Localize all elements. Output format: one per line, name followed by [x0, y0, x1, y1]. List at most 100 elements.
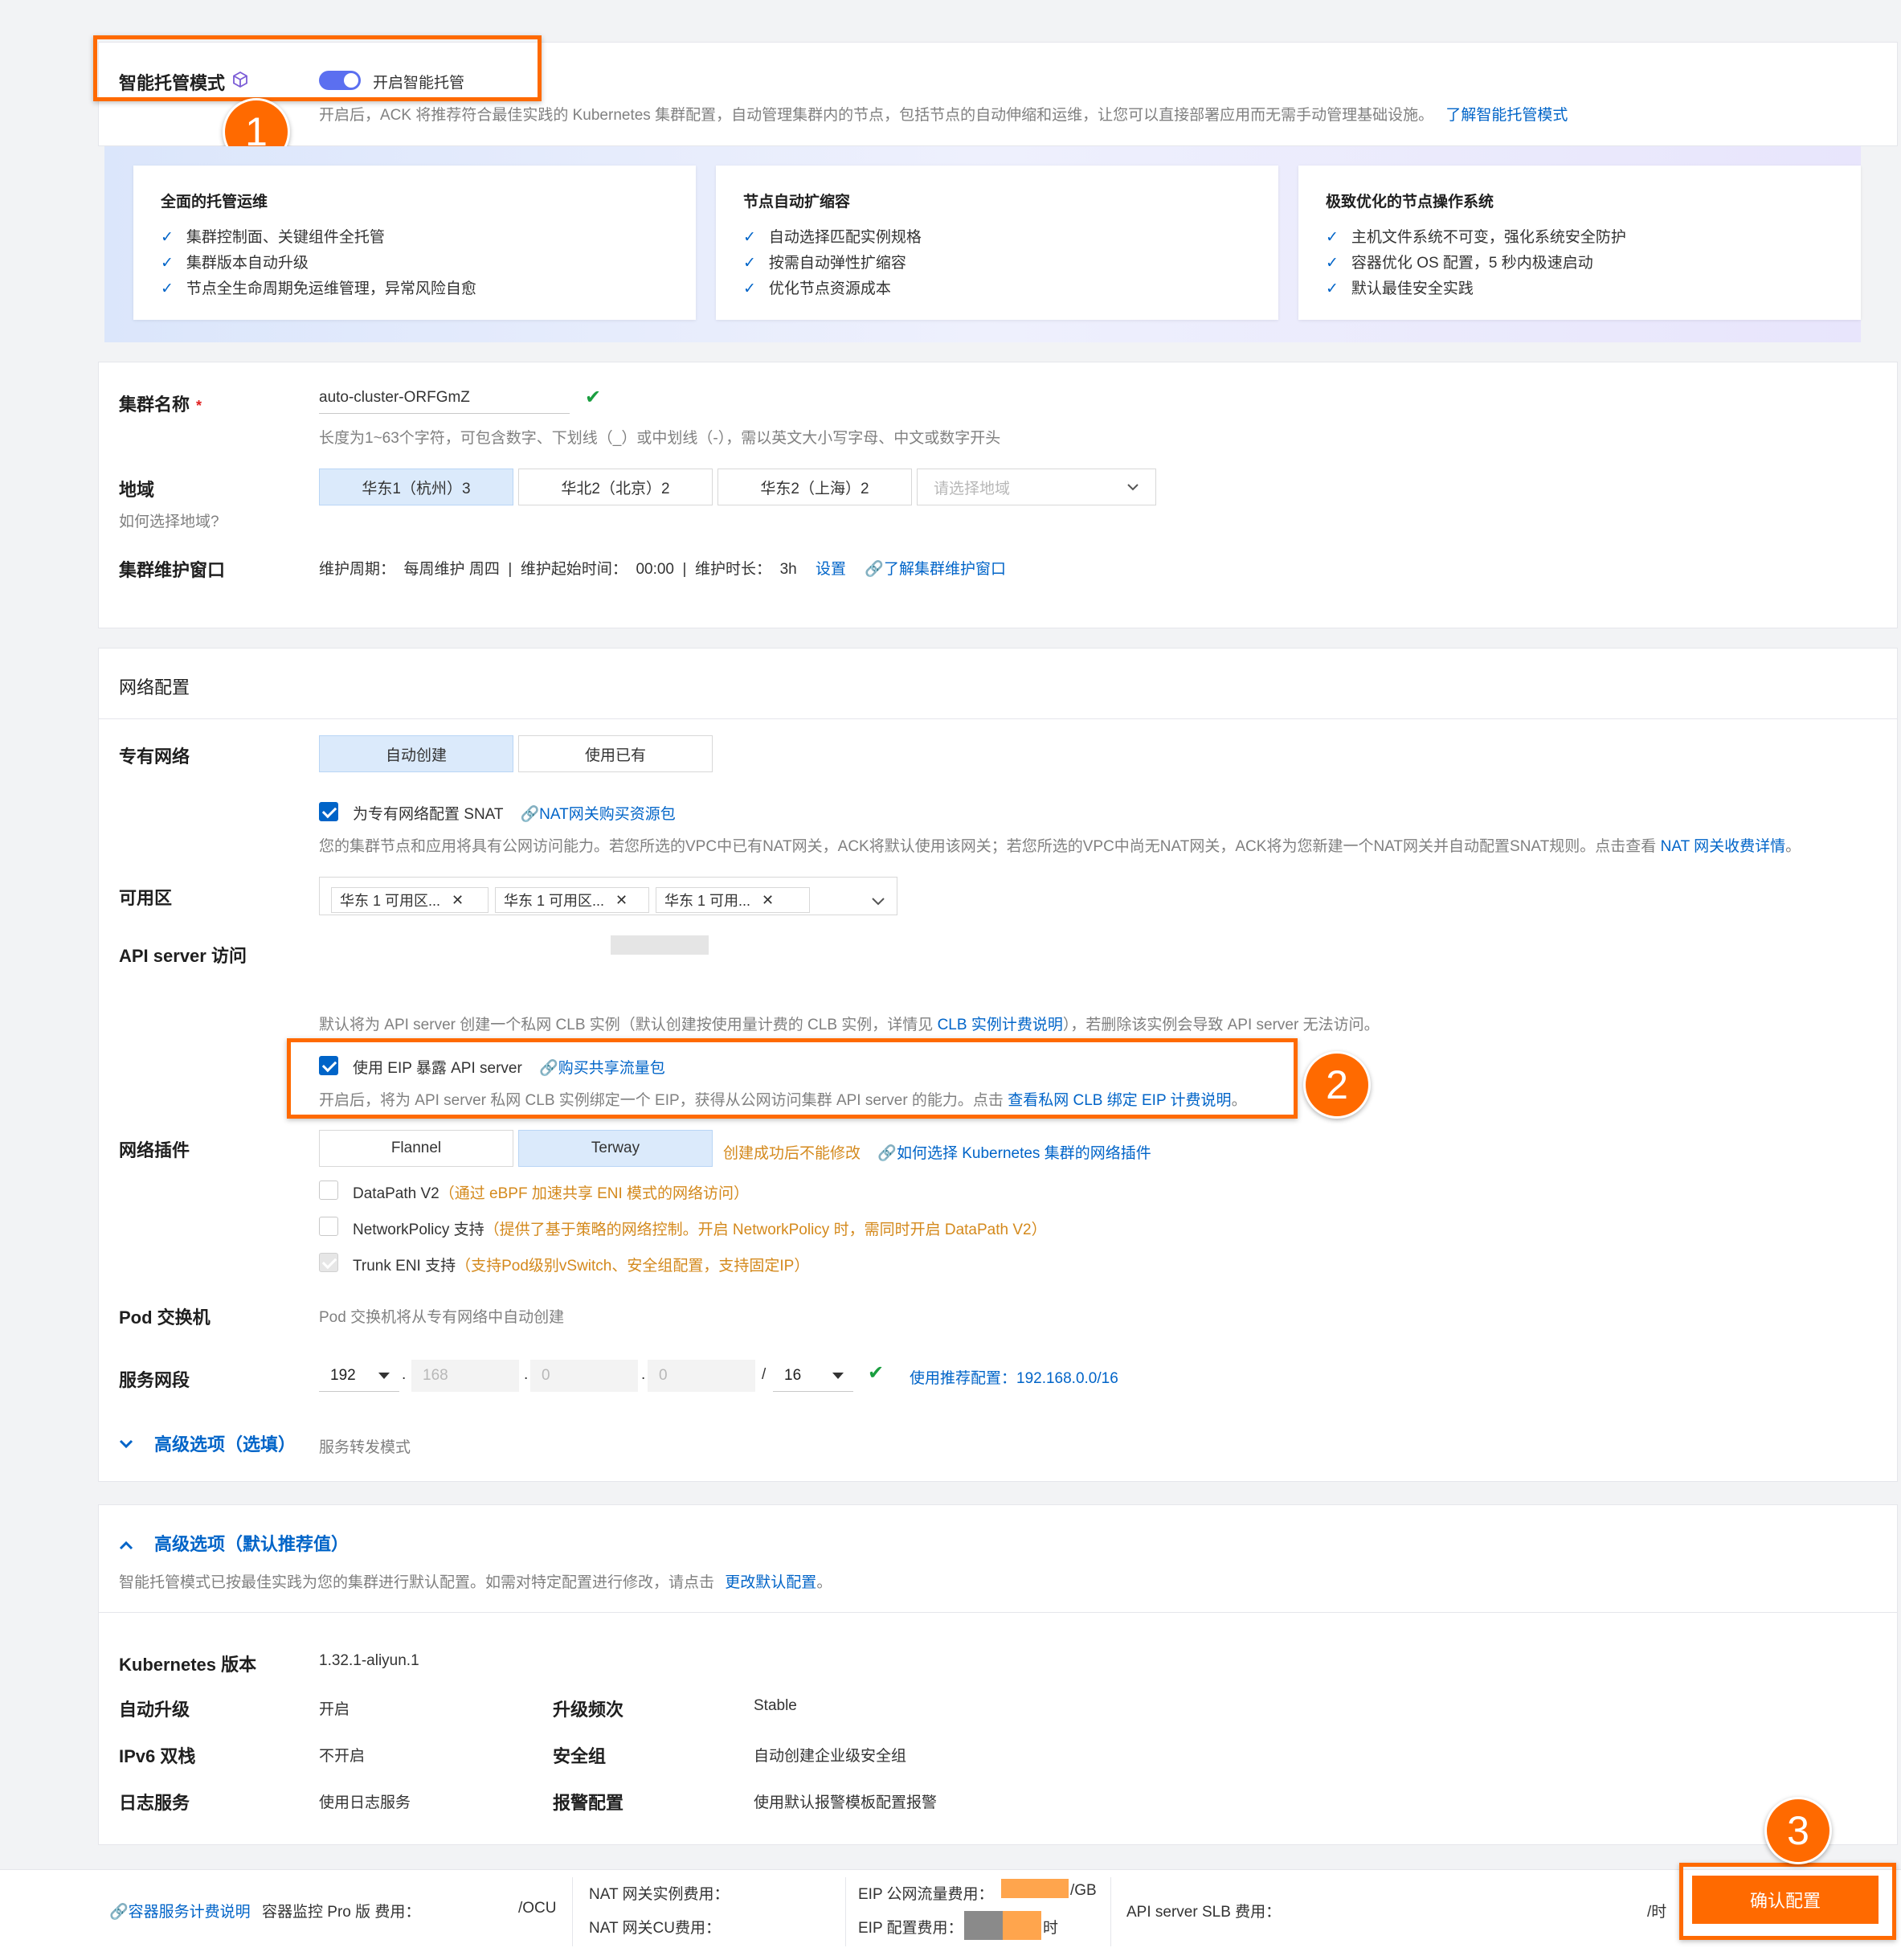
datapath-row: DataPath V2（通过 eBPF 加速共享 ENI 模式的网络访问）: [353, 1185, 750, 1202]
feature-item: ✓ 容器优化 OS 配置，5 秒内极速启动: [1326, 255, 1593, 272]
cidr-octet-3: 0: [530, 1360, 638, 1392]
nat-fee-link[interactable]: NAT 网关收费详情: [1661, 838, 1786, 855]
advanced-optional-text: 服务转发模式: [319, 1439, 411, 1456]
chevron-down-icon: [871, 892, 885, 910]
check-icon: ✓: [161, 229, 174, 246]
feature-item: ✓ 节点全生命周期免运维管理，异常风险自愈: [161, 280, 476, 297]
api-server-label: API server 访问: [119, 946, 247, 966]
k8s-version-label: Kubernetes 版本: [119, 1655, 257, 1675]
zone-tag: 华东 1 可用区... ✕: [495, 887, 649, 913]
upgrade-freq-label: 升级频次: [553, 1700, 624, 1720]
chevron-up-icon[interactable]: [119, 1536, 133, 1555]
advanced-optional-toggle[interactable]: 高级选项（选填）: [154, 1430, 296, 1456]
plugin-terway[interactable]: Terway: [518, 1130, 713, 1167]
vpc-auto-create[interactable]: 自动创建: [319, 735, 513, 772]
pod-switch-label: Pod 交换机: [119, 1307, 211, 1328]
region-option-shanghai[interactable]: 华东2（上海）2: [717, 469, 912, 505]
netpolicy-note: （提供了基于策略的网络控制。开启 NetworkPolicy 时，需同时开启 D…: [484, 1221, 1047, 1238]
close-icon[interactable]: ✕: [452, 892, 464, 909]
maint-learn-link[interactable]: 🔗了解集群维护窗口: [865, 561, 1006, 578]
step-badge-3: 3: [1764, 1797, 1832, 1864]
zone-tag: 华东 1 可用... ✕: [656, 887, 810, 913]
cidr-dot: .: [524, 1366, 529, 1383]
feature-item: ✓ 集群控制面、关键组件全托管: [161, 229, 385, 246]
region-option-beijing[interactable]: 华北2（北京）2: [518, 469, 713, 505]
check-icon: ✓: [743, 255, 756, 272]
cidr-dot: .: [641, 1366, 646, 1383]
maint-set-link[interactable]: 设置: [816, 561, 846, 578]
cidr-octet-4: 0: [648, 1360, 755, 1392]
caret-down-icon: [378, 1372, 390, 1379]
change-defaults-link[interactable]: 更改默认配置: [725, 1574, 816, 1591]
plugin-flannel[interactable]: Flannel: [319, 1130, 513, 1167]
monitor-fee-label: 容器监控 Pro 版 费用：: [262, 1904, 421, 1921]
footer-divider: [572, 1877, 573, 1946]
zone-label: 可用区: [119, 888, 173, 908]
cidr-octet-1[interactable]: 192: [319, 1360, 399, 1392]
close-icon[interactable]: ✕: [762, 892, 774, 909]
zone-select[interactable]: 华东 1 可用区... ✕ 华东 1 可用区... ✕ 华东 1 可用... ✕: [319, 877, 897, 915]
auto-upgrade-label: 自动升级: [119, 1700, 190, 1720]
plugin-help-link[interactable]: 🔗如何选择 Kubernetes 集群的网络插件: [877, 1145, 1151, 1162]
upgrade-freq-value: Stable: [754, 1697, 797, 1714]
snat-checkbox[interactable]: [319, 802, 338, 821]
monitor-fee-unit: /OCU: [518, 1900, 557, 1917]
close-icon[interactable]: ✕: [615, 892, 628, 909]
link-icon: 🔗: [520, 806, 540, 823]
plugin-row: 创建成功后不能修改 🔗如何选择 Kubernetes 集群的网络插件: [723, 1141, 1151, 1163]
pricing-link[interactable]: 🔗容器服务计费说明: [109, 1900, 251, 1921]
log-service-value: 使用日志服务: [319, 1794, 411, 1811]
smart-mode-learn-link[interactable]: 了解智能托管模式: [1445, 107, 1568, 124]
datapath-checkbox[interactable]: [319, 1181, 338, 1200]
link-icon: 🔗: [865, 561, 884, 578]
check-icon: ✓: [1326, 255, 1339, 272]
check-icon: ✓: [743, 280, 756, 297]
maint-window-label: 集群维护窗口: [119, 560, 226, 580]
netpolicy-checkbox[interactable]: [319, 1217, 338, 1236]
valid-check-icon: ✔: [868, 1362, 885, 1384]
region-help-link[interactable]: 如何选择地域?: [119, 509, 219, 531]
vpc-use-existing[interactable]: 使用已有: [518, 735, 713, 772]
cidr-mask[interactable]: 16: [773, 1360, 853, 1392]
nat-cu-fee-label: NAT 网关CU费用：: [589, 1920, 721, 1937]
cidr-recommend-link[interactable]: 使用推荐配置：192.168.0.0/16: [910, 1366, 1118, 1388]
network-plugin-label: 网络插件: [119, 1140, 190, 1160]
region-option-hangzhou[interactable]: 华东1（杭州）3: [319, 469, 513, 505]
highlight-box-2: [287, 1038, 1298, 1119]
plugin-warning: 创建成功后不能修改: [723, 1145, 861, 1162]
feature-item: ✓ 集群版本自动升级: [161, 255, 309, 272]
smart-mode-desc-text: 开启后，ACK 将推荐符合最佳实践的 Kubernetes 集群配置，自动管理集…: [319, 107, 1434, 124]
k8s-version-value: 1.32.1-aliyun.1: [319, 1652, 419, 1669]
cluster-name-input[interactable]: auto-cluster-ORFGmZ: [319, 389, 570, 414]
maint-window-info: 维护周期： 每周维护 周四 | 维护起始时间： 00:00 | 维护时长： 3h…: [319, 557, 1006, 579]
datapath-note: （通过 eBPF 加速共享 ENI 模式的网络访问）: [439, 1185, 750, 1202]
check-icon: ✓: [743, 229, 756, 246]
ipv6-label: IPv6 双栈: [119, 1746, 196, 1766]
advanced-defaults-toggle[interactable]: 高级选项（默认推荐值）: [154, 1530, 349, 1556]
footer-divider: [1110, 1877, 1111, 1946]
ipv6-value: 不开启: [319, 1748, 366, 1765]
eip-config-fee-label: EIP 配置费用：: [858, 1920, 963, 1937]
region-select[interactable]: 请选择地域: [917, 469, 1156, 505]
trunk-eni-checkbox: [319, 1253, 338, 1272]
feature-item: ✓ 按需自动弹性扩缩容: [743, 255, 906, 272]
eip-traffic-fee-label: EIP 公网流量费用：: [858, 1886, 994, 1903]
clb-fee-link[interactable]: CLB 实例计费说明: [938, 1017, 1063, 1033]
feature-item: ✓ 自动选择匹配实例规格: [743, 229, 922, 246]
alert-config-label: 报警配置: [553, 1793, 624, 1813]
api-server-desc: 默认将为 API server 创建一个私网 CLB 实例（默认创建按使用量计费…: [319, 1017, 1380, 1033]
chevron-down-icon[interactable]: [119, 1435, 133, 1454]
pod-switch-text: Pod 交换机将从专有网络中自动创建: [319, 1309, 565, 1326]
advanced-defaults-desc: 智能托管模式已按最佳实践为您的集群进行默认配置。如需对特定配置进行修改，请点击 …: [119, 1574, 832, 1591]
check-icon: ✓: [1326, 229, 1339, 246]
feature-card-managed-ops: 全面的托管运维 ✓ 集群控制面、关键组件全托管 ✓ 集群版本自动升级 ✓ 节点全生命周…: [133, 166, 696, 320]
cidr-octet-2: 168: [411, 1360, 519, 1392]
cidr-slash: /: [762, 1366, 767, 1383]
redacted-block: [1003, 1911, 1041, 1940]
feature-card-os: 极致优化的节点操作系统 ✓ 主机文件系统不可变，强化系统安全防护 ✓ 容器优化 OS…: [1298, 166, 1861, 320]
feature-item: ✓ 默认最佳安全实践: [1326, 280, 1474, 297]
check-icon: ✓: [161, 280, 174, 297]
nat-purchase-link[interactable]: 🔗NAT网关购买资源包: [520, 806, 675, 823]
security-group-value: 自动创建企业级安全组: [754, 1748, 907, 1765]
snat-label: 为专有网络配置 SNAT: [353, 806, 504, 823]
